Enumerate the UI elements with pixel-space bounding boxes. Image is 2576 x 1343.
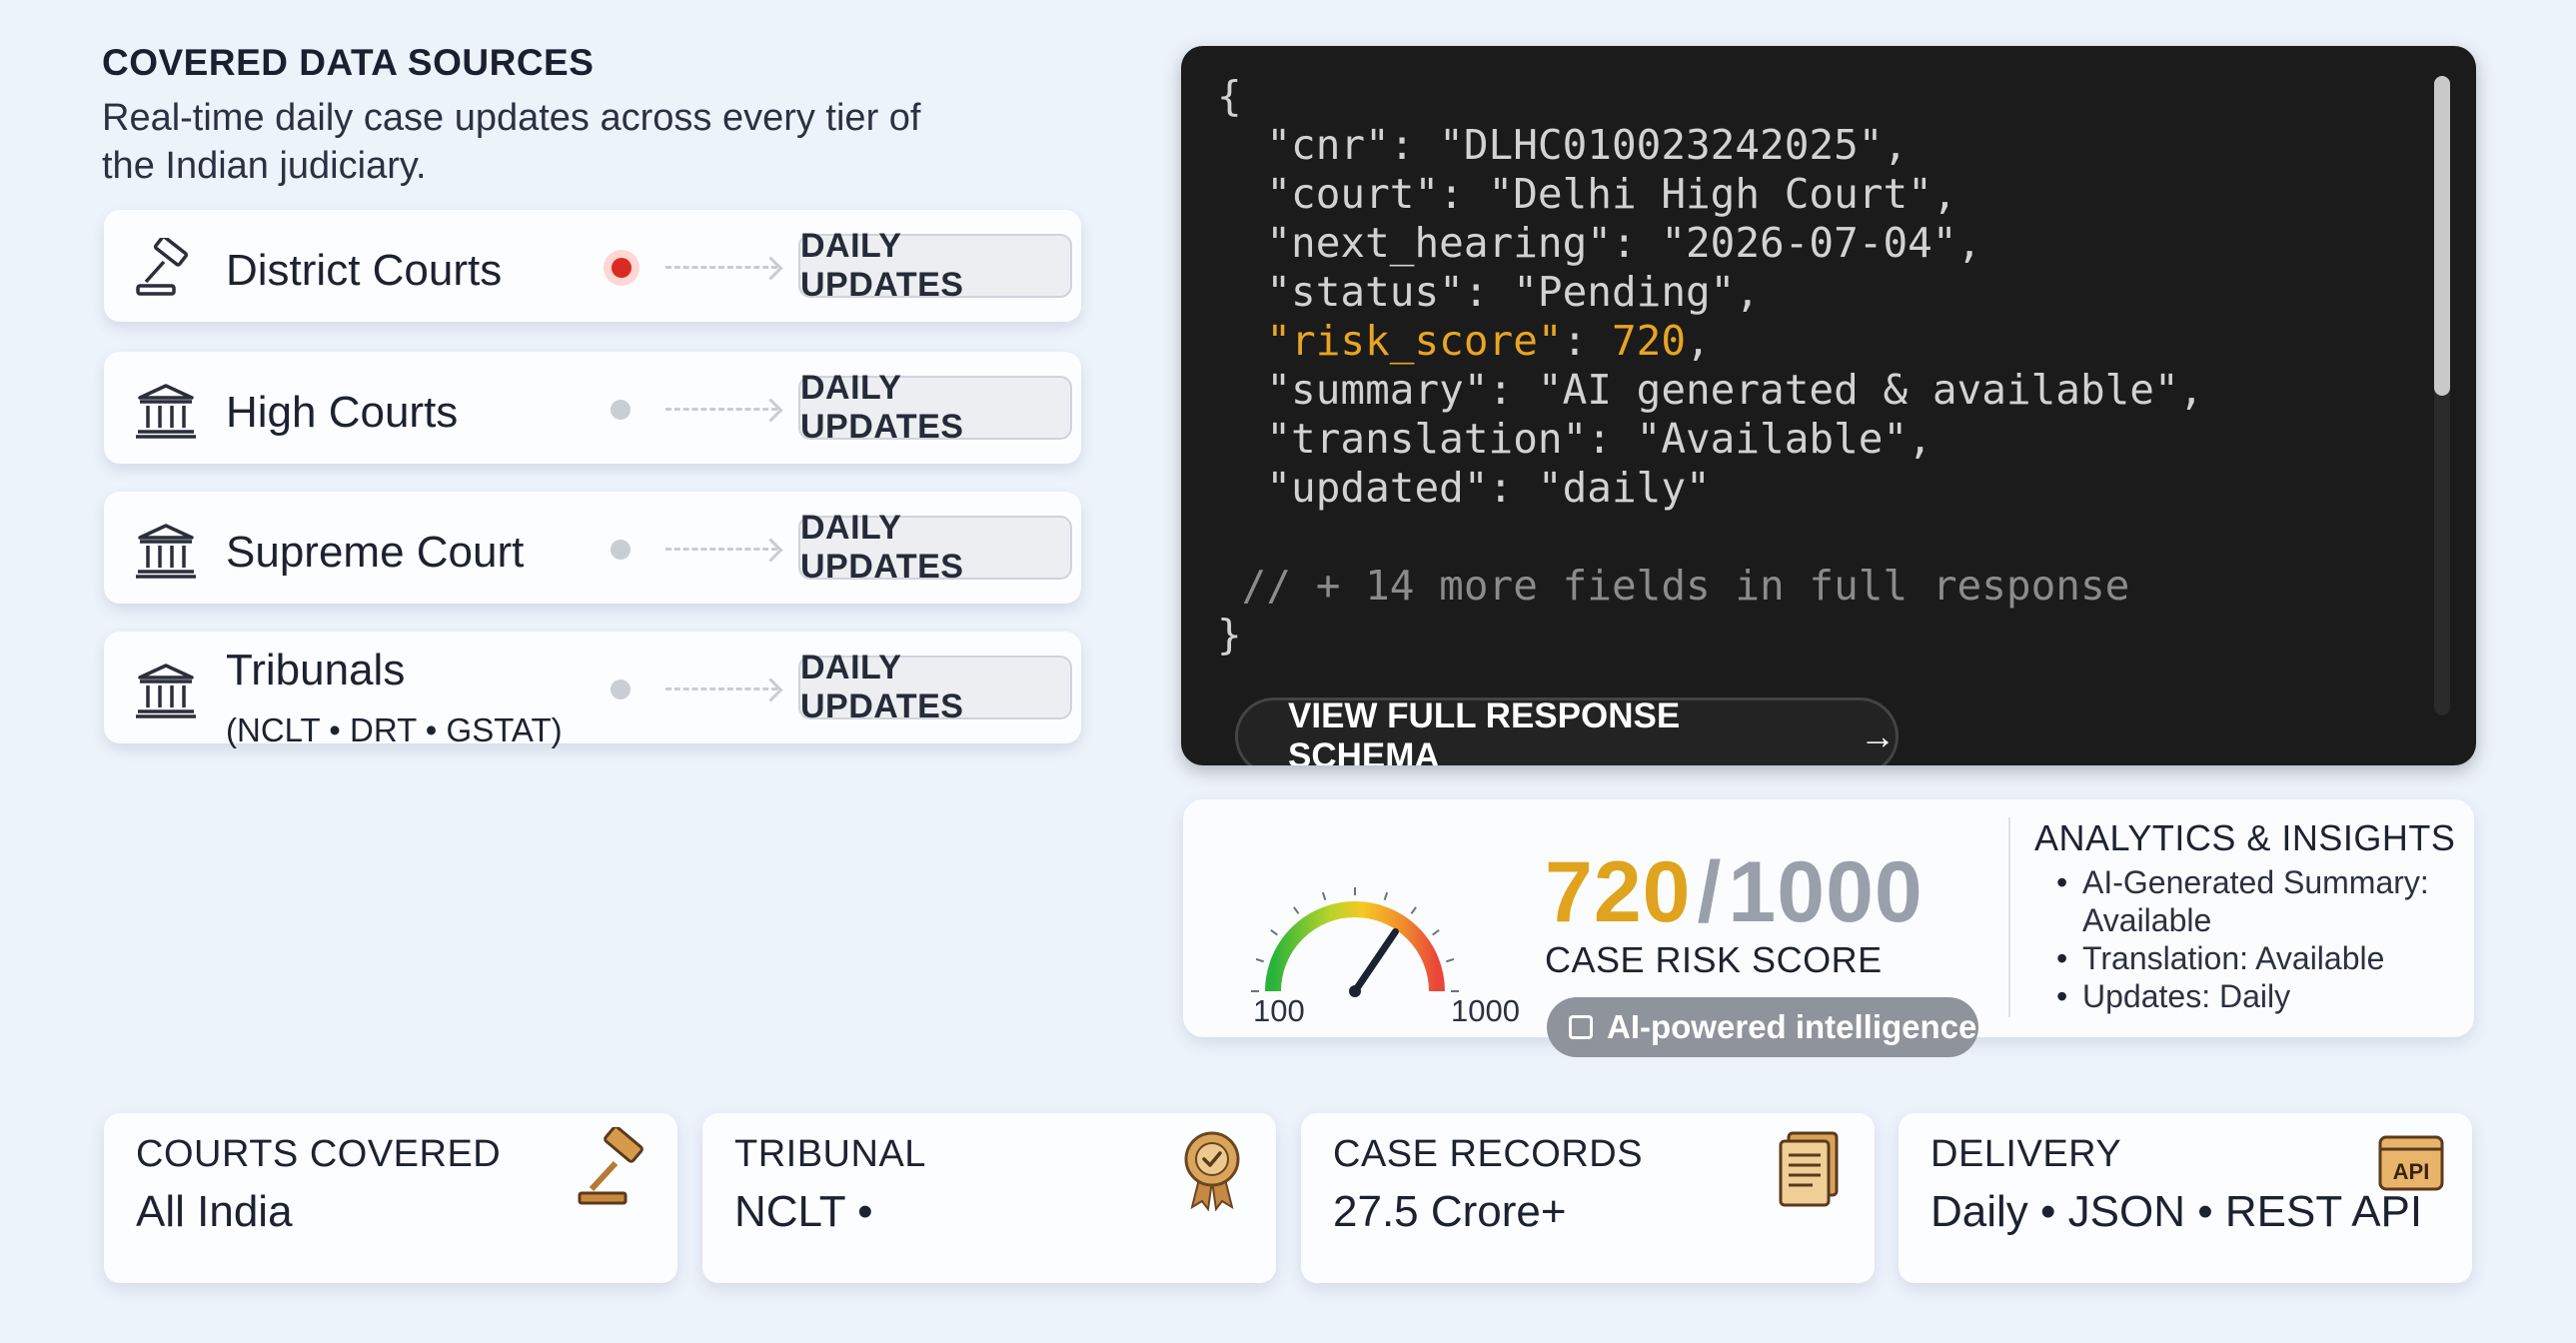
code-line: "updated": "daily" <box>1217 464 1711 512</box>
gavel-icon <box>578 1127 644 1205</box>
ai-badge-label: AI-powered intelligence <box>1607 1008 1977 1045</box>
code-line: "cnr": "DLHC010023242025", <box>1217 121 1909 169</box>
status-dot <box>611 400 631 420</box>
daily-updates-badge: DAILY UPDATES <box>798 649 1072 725</box>
insight-item: AI-Generated Summary: Available <box>2052 863 2462 939</box>
stat-card-courts-covered: COURTS COVERED All India <box>104 1113 677 1283</box>
risk-score-label: CASE RISK SCORE <box>1545 939 1883 980</box>
stat-value: NCLT • <box>734 1187 873 1236</box>
code-line: { <box>1217 72 1242 120</box>
score-value: 720 <box>1545 844 1692 940</box>
code-line: "risk_score": 720, <box>1266 317 1711 365</box>
courthouse-icon <box>136 384 196 439</box>
stat-card-tribunal: TRIBUNAL NCLT • <box>702 1113 1276 1283</box>
courthouse-icon <box>136 664 196 718</box>
daily-updates-badge: DAILY UPDATES <box>798 509 1072 586</box>
source-name: High Courts <box>226 388 459 437</box>
status-live-dot <box>604 250 640 286</box>
score-max: 1000 <box>1728 844 1924 940</box>
ai-powered-badge[interactable]: AI-powered intelligence <box>1547 997 1978 1057</box>
api-icon: API <box>2378 1135 2444 1191</box>
source-card-tribunals[interactable]: Tribunals (NCLT • DRT • GSTAT) DAILY UPD… <box>104 632 1081 748</box>
code-line: } <box>1217 611 1242 659</box>
scrollbar-thumb[interactable] <box>2434 76 2450 396</box>
stat-label: TRIBUNAL <box>734 1133 926 1175</box>
source-card-high-courts[interactable]: High Courts DAILY UPDATES <box>104 352 1081 464</box>
stat-card-delivery: DELIVERY Daily • JSON • REST API API <box>1899 1113 2472 1283</box>
checkbox-icon <box>1569 1015 1593 1039</box>
source-card-district-courts[interactable]: District Courts DAILY UPDATES <box>104 210 1081 322</box>
insight-item: Updates: Daily <box>2052 977 2462 1015</box>
gauge-max-label: 1000 <box>1451 993 1520 1028</box>
gauge-tick <box>1255 957 1265 963</box>
gauge-tick <box>1432 929 1440 936</box>
daily-updates-badge: DAILY UPDATES <box>798 227 1072 304</box>
gauge-tick <box>1270 929 1278 936</box>
flow-arrow <box>665 266 777 269</box>
score-separator: / <box>1697 844 1723 940</box>
status-dot <box>611 679 631 699</box>
stat-value: 27.5 Crore+ <box>1333 1187 1567 1236</box>
svg-text:API: API <box>2393 1159 2430 1184</box>
source-card-supreme-court[interactable]: Supreme Court DAILY UPDATES <box>104 492 1081 604</box>
insight-item: Translation: Available <box>2052 939 2462 977</box>
code-line: "status": "Pending", <box>1217 268 1761 316</box>
flow-arrow <box>665 408 777 411</box>
gauge-tick <box>1445 957 1455 963</box>
gauge-tick <box>1293 906 1300 914</box>
json-code-block: { "cnr": "DLHC010023242025", "court": "D… <box>1217 72 2203 660</box>
card-divider <box>2008 817 2010 1017</box>
document-stack-icon <box>1779 1131 1839 1207</box>
gavel-icon <box>136 238 189 296</box>
code-line: "next_hearing": "2026-07-04", <box>1217 219 1982 267</box>
gauge-needle <box>1351 927 1399 995</box>
gauge-tick <box>1383 891 1389 901</box>
source-name: Tribunals <box>226 646 406 694</box>
source-name: District Courts <box>226 246 503 295</box>
sources-description: Real-time daily case updates across ever… <box>102 97 921 187</box>
arrow-right-icon: → <box>1860 715 1896 756</box>
award-badge-icon <box>1184 1131 1240 1211</box>
insights-list: AI-Generated Summary: Available Translat… <box>2052 863 2462 1015</box>
stat-card-case-records: CASE RECORDS 27.5 Crore+ <box>1301 1113 1875 1283</box>
flow-arrow <box>665 548 777 551</box>
code-line: "court": "Delhi High Court", <box>1217 170 1957 218</box>
view-schema-button[interactable]: VIEW FULL RESPONSE SCHEMA → <box>1235 696 1899 765</box>
json-response-panel: { "cnr": "DLHC010023242025", "court": "D… <box>1181 46 2476 765</box>
stat-label: DELIVERY <box>1931 1133 2122 1175</box>
gauge-min-label: 100 <box>1253 993 1305 1028</box>
risk-score-card: 100 1000 720/1000 CASE RISK SCORE AI-pow… <box>1183 799 2474 1057</box>
source-subtitle: (NCLT • DRT • GSTAT) <box>226 711 563 748</box>
sources-heading: COVERED DATA SOURCES <box>102 42 595 83</box>
code-line: // + 14 more fields in full response <box>1217 562 2130 610</box>
insights-title: ANALYTICS & INSIGHTS <box>2034 817 2456 858</box>
code-line: "translation": "Available", <box>1217 415 1932 463</box>
stat-value: All India <box>136 1187 293 1236</box>
courthouse-icon <box>136 524 196 579</box>
stat-label: COURTS COVERED <box>136 1133 502 1175</box>
source-name: Supreme Court <box>226 528 525 577</box>
risk-score-value: 720/1000 <box>1545 843 1924 942</box>
status-dot <box>611 540 631 560</box>
view-schema-label: VIEW FULL RESPONSE SCHEMA <box>1288 696 1681 765</box>
stat-label: CASE RECORDS <box>1333 1133 1644 1175</box>
flow-arrow <box>665 687 777 690</box>
daily-updates-badge: DAILY UPDATES <box>798 369 1072 446</box>
stat-value: Daily • JSON • REST API <box>1931 1187 2423 1236</box>
gauge-tick <box>1410 906 1417 914</box>
code-line: "summary": "AI generated & available", <box>1217 366 2204 414</box>
gauge-tick <box>1321 891 1327 901</box>
